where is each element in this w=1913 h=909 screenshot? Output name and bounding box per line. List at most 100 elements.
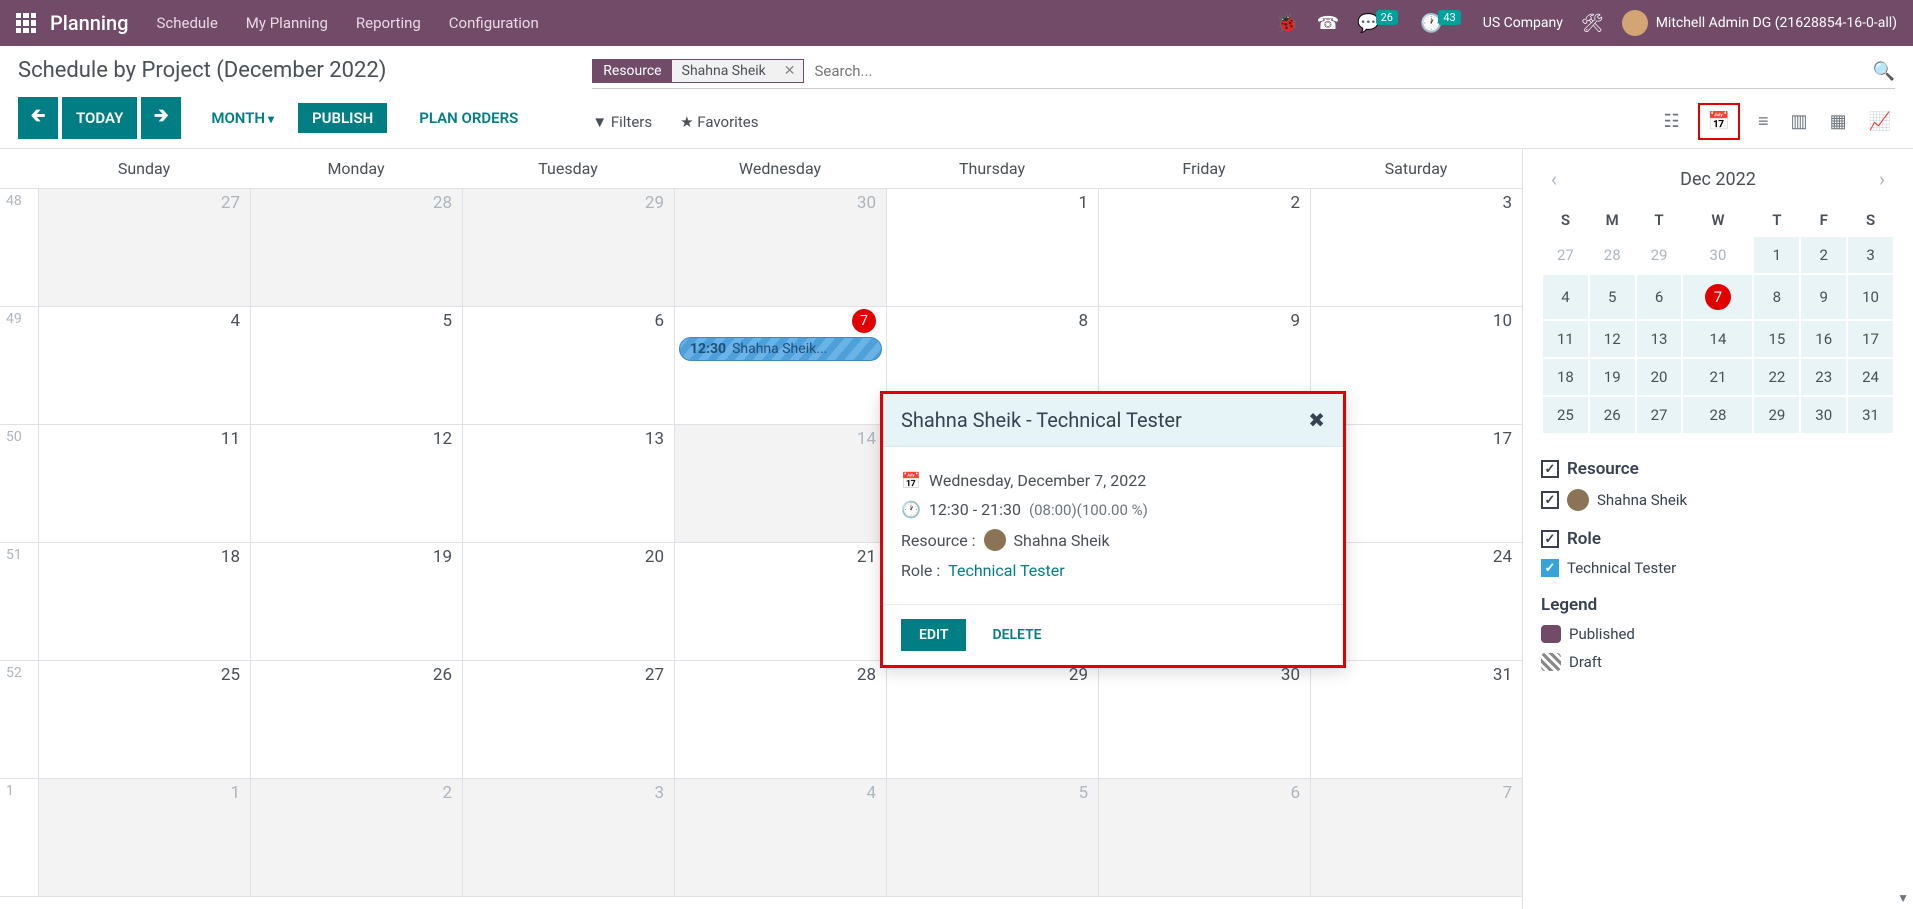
mini-cal-day[interactable]: 9	[1801, 275, 1846, 319]
mini-cal-day[interactable]: 8	[1754, 275, 1799, 319]
prev-button[interactable]: 🡰	[18, 97, 58, 139]
calendar-cell[interactable]: 4	[38, 307, 250, 424]
mini-cal-day[interactable]: 24	[1848, 359, 1893, 395]
mini-cal-day[interactable]: 23	[1801, 359, 1846, 395]
calendar-cell[interactable]: 13	[462, 425, 674, 542]
calendar-cell[interactable]: 1	[886, 189, 1098, 306]
close-icon[interactable]: ✖	[1308, 408, 1325, 432]
calendar-cell[interactable]: 28	[250, 189, 462, 306]
mini-cal-day[interactable]: 4	[1543, 275, 1588, 319]
calendar-cell[interactable]: 20	[462, 543, 674, 660]
menu-my-planning[interactable]: My Planning	[246, 14, 328, 32]
calendar-cell[interactable]: 2	[1098, 189, 1310, 306]
calendar-cell[interactable]: 29	[886, 661, 1098, 778]
calendar-cell[interactable]: 712:30 Shahna Sheik...	[674, 307, 886, 424]
delete-button[interactable]: DELETE	[982, 619, 1051, 651]
calendar-cell[interactable]: 7	[1310, 779, 1522, 896]
calendar-cell[interactable]: 21	[674, 543, 886, 660]
mini-cal-day[interactable]: 12	[1590, 321, 1635, 357]
company-selector[interactable]: US Company	[1483, 15, 1563, 31]
facet-remove-icon[interactable]: ✕	[776, 60, 804, 82]
calendar-cell[interactable]: 6	[462, 307, 674, 424]
popover-role-link[interactable]: Technical Tester	[948, 561, 1064, 580]
mini-cal-day[interactable]: 6	[1637, 275, 1682, 319]
filters-dropdown[interactable]: ▼ Filters	[592, 113, 652, 131]
mini-cal-day[interactable]: 29	[1754, 397, 1799, 433]
calendar-view-icon[interactable]: 📅	[1698, 103, 1740, 140]
mini-cal-day[interactable]: 5	[1590, 275, 1635, 319]
apps-icon[interactable]	[16, 13, 36, 33]
mini-cal-day[interactable]: 1	[1754, 237, 1799, 273]
mini-cal-day[interactable]: 30	[1801, 397, 1846, 433]
mini-cal-day[interactable]: 21	[1683, 359, 1752, 395]
calendar-cell[interactable]: 5	[886, 779, 1098, 896]
debug-tools-icon[interactable]: 🛠	[1581, 13, 1604, 34]
menu-schedule[interactable]: Schedule	[156, 14, 217, 32]
menu-configuration[interactable]: Configuration	[449, 14, 539, 32]
mini-cal-day[interactable]: 3	[1848, 237, 1893, 273]
mini-cal-day[interactable]: 10	[1848, 275, 1893, 319]
scale-dropdown[interactable]: MONTH	[199, 103, 286, 133]
calendar-cell[interactable]: 31	[1310, 661, 1522, 778]
support-icon[interactable]: ☎	[1317, 13, 1339, 34]
today-button[interactable]: TODAY	[62, 97, 137, 139]
calendar-cell[interactable]: 27	[38, 189, 250, 306]
bug-icon[interactable]: 🐞	[1276, 13, 1298, 34]
menu-reporting[interactable]: Reporting	[356, 14, 421, 32]
mini-cal-day[interactable]: 13	[1637, 321, 1682, 357]
mini-prev-icon[interactable]: ‹	[1541, 163, 1567, 195]
mini-cal-day[interactable]: 20	[1637, 359, 1682, 395]
calendar-cell[interactable]: 3	[1310, 189, 1522, 306]
mini-cal-day[interactable]: 28	[1590, 237, 1635, 273]
mini-cal-day[interactable]: 28	[1683, 397, 1752, 433]
mini-cal-day[interactable]: 25	[1543, 397, 1588, 433]
user-menu[interactable]: Mitchell Admin DG (21628854-16-0-all)	[1622, 10, 1897, 36]
gantt-view-icon[interactable]: ☷	[1659, 107, 1683, 136]
scroll-down-icon[interactable]: ▼	[1897, 891, 1909, 905]
mini-cal-day[interactable]: 15	[1754, 321, 1799, 357]
search-icon[interactable]: 🔍	[1873, 61, 1895, 82]
mini-cal-day[interactable]: 31	[1848, 397, 1893, 433]
calendar-cell[interactable]: 1	[38, 779, 250, 896]
calendar-cell[interactable]: 3	[462, 779, 674, 896]
calendar-cell[interactable]: 29	[462, 189, 674, 306]
mini-cal-day[interactable]: 17	[1848, 321, 1893, 357]
plan-orders-button[interactable]: PLAN ORDERS	[405, 103, 532, 133]
list-view-icon[interactable]: ≡	[1754, 107, 1773, 136]
calendar-cell[interactable]: 27	[462, 661, 674, 778]
mini-cal-day[interactable]: 29	[1637, 237, 1682, 273]
calendar-cell[interactable]: 18	[38, 543, 250, 660]
resource-item-checkbox[interactable]	[1541, 491, 1559, 509]
mini-cal-day[interactable]: 11	[1543, 321, 1588, 357]
mini-cal-day[interactable]: 27	[1637, 397, 1682, 433]
mini-cal-day[interactable]: 7	[1683, 275, 1752, 319]
calendar-cell[interactable]: 30	[1098, 661, 1310, 778]
calendar-cell[interactable]: 4	[674, 779, 886, 896]
mini-cal-day[interactable]: 30	[1683, 237, 1752, 273]
calendar-cell[interactable]: 2	[250, 779, 462, 896]
mini-cal-day[interactable]: 26	[1590, 397, 1635, 433]
mini-cal-day[interactable]: 2	[1801, 237, 1846, 273]
calendar-cell[interactable]: 28	[674, 661, 886, 778]
messaging-icon[interactable]: 💬26	[1357, 13, 1402, 34]
calendar-cell[interactable]: 12	[250, 425, 462, 542]
calendar-cell[interactable]: 14	[674, 425, 886, 542]
mini-cal-day[interactable]: 22	[1754, 359, 1799, 395]
role-group-checkbox[interactable]	[1541, 530, 1559, 548]
calendar-cell[interactable]: 25	[38, 661, 250, 778]
mini-cal-day[interactable]: 27	[1543, 237, 1588, 273]
calendar-cell[interactable]: 6	[1098, 779, 1310, 896]
search-input[interactable]	[804, 58, 1872, 84]
activities-icon[interactable]: 🕐43	[1420, 13, 1465, 34]
calendar-cell[interactable]: 11	[38, 425, 250, 542]
mini-next-icon[interactable]: ›	[1869, 163, 1895, 195]
calendar-cell[interactable]: 26	[250, 661, 462, 778]
pivot-view-icon[interactable]: ▦	[1826, 107, 1851, 136]
publish-button[interactable]: PUBLISH	[298, 103, 387, 133]
calendar-event[interactable]: 12:30 Shahna Sheik...	[679, 337, 882, 361]
calendar-cell[interactable]: 5	[250, 307, 462, 424]
mini-cal-day[interactable]: 16	[1801, 321, 1846, 357]
resource-group-checkbox[interactable]	[1541, 460, 1559, 478]
next-button[interactable]: 🡲	[141, 97, 181, 139]
mini-cal-day[interactable]: 18	[1543, 359, 1588, 395]
